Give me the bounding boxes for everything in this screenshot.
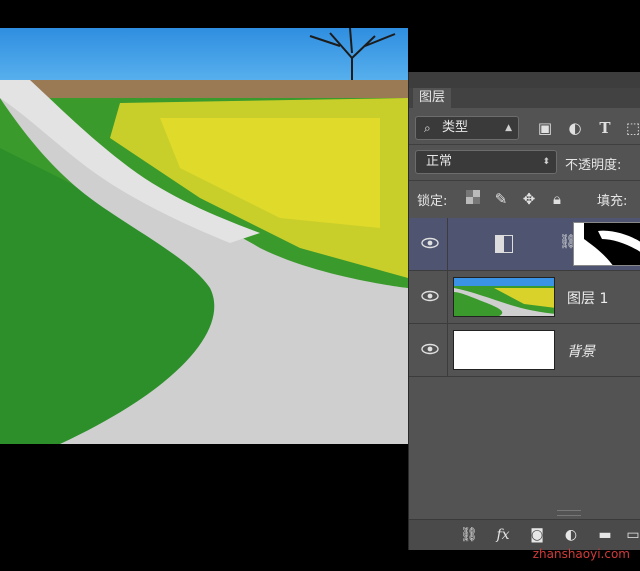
eye-icon[interactable] xyxy=(421,340,439,358)
divider xyxy=(409,180,640,181)
new-layer-icon[interactable]: ▭ xyxy=(623,525,640,545)
eye-icon[interactable] xyxy=(421,234,439,252)
panel-bottom-toolbar: ⛓ fx ◙ ◐ ▬ ▭ xyxy=(409,519,640,550)
filter-kind-label: 类型 xyxy=(442,120,469,135)
search-icon: ⌕ xyxy=(424,121,431,135)
layer-list: ⛓ 图层 1 背景 xyxy=(409,218,640,377)
resize-grip[interactable] xyxy=(557,510,581,516)
eye-icon[interactable] xyxy=(421,287,439,305)
filter-pixel-icon[interactable]: ▣ xyxy=(535,118,555,138)
blend-row: 正常 ⬍ 不透明度: xyxy=(409,146,640,180)
filter-row: ⌕ 类型 ▲ ▣ ◐ T ⬚ xyxy=(409,110,640,144)
layer-mask-thumbnail[interactable] xyxy=(573,222,640,266)
fx-icon[interactable]: fx xyxy=(493,525,513,545)
layer-thumbnail[interactable] xyxy=(453,277,555,317)
layer-name[interactable]: 图层 1 xyxy=(567,288,608,308)
canvas-image xyxy=(0,28,408,444)
filter-kind-select[interactable]: ⌕ 类型 ▲ xyxy=(415,116,519,140)
filter-adjustment-icon[interactable]: ◐ xyxy=(565,118,585,138)
fill-label: 填充: xyxy=(597,194,628,209)
layer-row-background[interactable]: 背景 xyxy=(409,324,640,377)
panel-header-bar[interactable] xyxy=(409,72,640,88)
link-chain-icon[interactable]: ⛓ xyxy=(559,234,577,254)
layer-name[interactable]: 背景 xyxy=(567,341,595,361)
filter-shape-icon[interactable]: ⬚ xyxy=(623,118,640,138)
layers-panel: 图层 ⌕ 类型 ▲ ▣ ◐ T ⬚ 正常 ⬍ 不透明度: 锁定: ✎ ✥ 🔒︎ … xyxy=(408,72,640,550)
layer-row-adjustment[interactable]: ⛓ xyxy=(409,218,640,271)
tab-layers[interactable]: 图层 xyxy=(413,88,452,108)
lock-brush-icon[interactable]: ✎ xyxy=(491,189,511,209)
blend-mode-value: 正常 xyxy=(426,154,453,169)
new-adjustment-icon[interactable]: ◐ xyxy=(561,525,581,545)
lock-row: 锁定: ✎ ✥ 🔒︎ 填充: xyxy=(409,182,640,216)
watermark-text: zhanshaoyi.com xyxy=(532,547,630,561)
opacity-label: 不透明度: xyxy=(565,158,622,173)
adjustment-layer-icon xyxy=(495,235,513,253)
chevron-updown-icon: ▲ xyxy=(505,123,512,133)
lock-label: 锁定: xyxy=(417,194,448,209)
lock-move-icon[interactable]: ✥ xyxy=(519,189,539,209)
panel-tab-row: 图层 xyxy=(409,88,640,108)
column-divider xyxy=(447,271,448,323)
lock-transparent-icon[interactable] xyxy=(463,189,483,209)
new-group-icon[interactable]: ▬ xyxy=(595,525,615,545)
lock-all-icon[interactable]: 🔒︎ xyxy=(547,189,567,209)
layer-thumbnail[interactable] xyxy=(453,330,555,370)
column-divider xyxy=(447,324,448,376)
layer-row-image[interactable]: 图层 1 xyxy=(409,271,640,324)
divider xyxy=(409,144,640,145)
blend-mode-select[interactable]: 正常 ⬍ xyxy=(415,150,557,174)
chevron-updown-icon: ⬍ xyxy=(542,157,550,167)
column-divider xyxy=(447,218,448,270)
link-layers-icon[interactable]: ⛓ xyxy=(459,525,479,545)
filter-type-icon[interactable]: T xyxy=(595,118,615,138)
add-mask-icon[interactable]: ◙ xyxy=(527,525,547,545)
